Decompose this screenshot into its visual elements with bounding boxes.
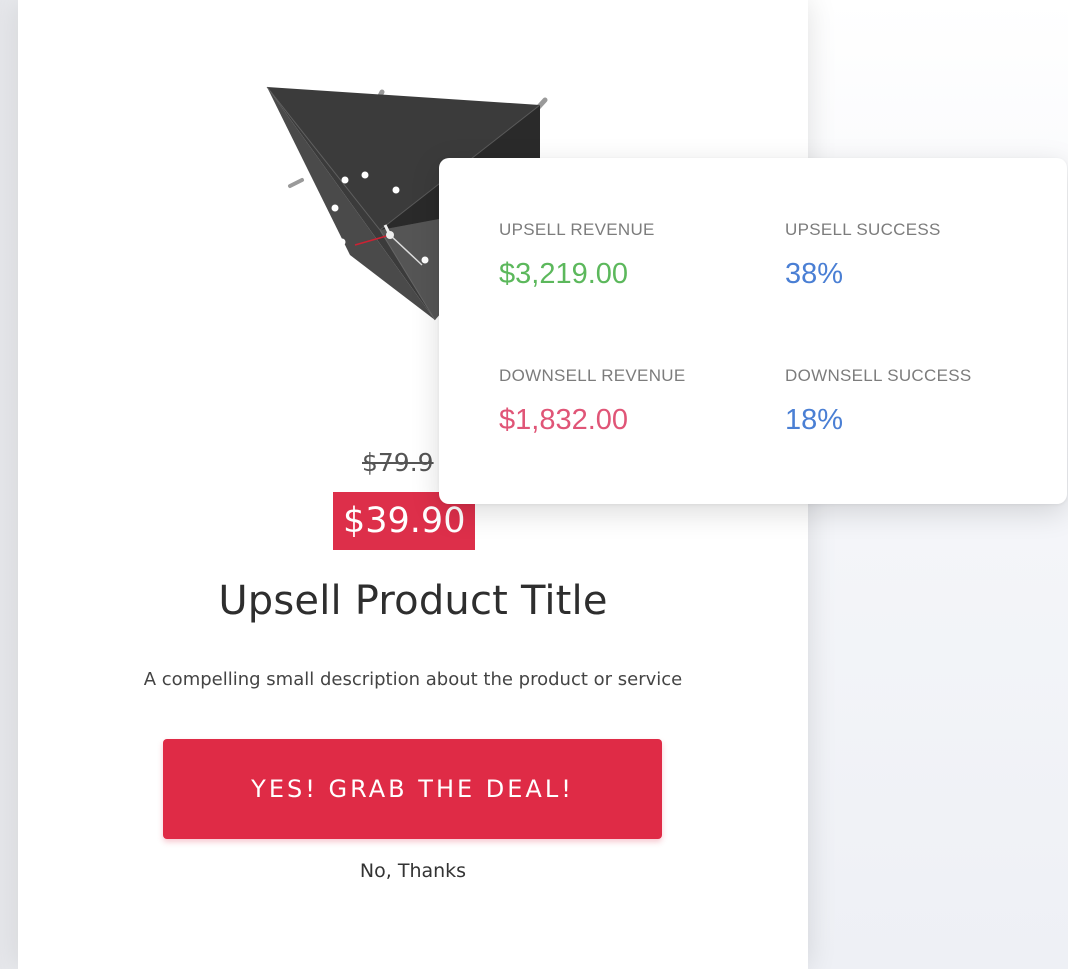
original-price: $79.9 <box>362 448 434 477</box>
product-title: Upsell Product Title <box>218 578 608 624</box>
stat-value: $3,219.00 <box>499 258 629 290</box>
product-description: A compelling small description about the… <box>143 669 683 690</box>
stat-value: 18% <box>785 404 844 436</box>
stat-downsell-revenue: DOWNSELL REVENUE $1,832.00 <box>499 366 686 437</box>
stats-card: UPSELL REVENUE $3,219.00 UPSELL SUCCESS … <box>439 158 1067 504</box>
stat-value: $1,832.00 <box>499 404 629 436</box>
stat-label: DOWNSELL REVENUE <box>499 366 686 385</box>
no-thanks-link[interactable]: No, Thanks <box>18 860 808 882</box>
grab-deal-button[interactable]: YES! GRAB THE DEAL! <box>163 739 662 839</box>
stat-label: DOWNSELL SUCCESS <box>785 366 972 385</box>
stat-upsell-success: UPSELL SUCCESS 38% <box>785 220 941 291</box>
stat-value: 38% <box>785 258 844 290</box>
stat-downsell-success: DOWNSELL SUCCESS 18% <box>785 366 972 437</box>
stat-label: UPSELL REVENUE <box>499 220 655 239</box>
stat-label: UPSELL SUCCESS <box>785 220 941 239</box>
stat-upsell-revenue: UPSELL REVENUE $3,219.00 <box>499 220 655 291</box>
